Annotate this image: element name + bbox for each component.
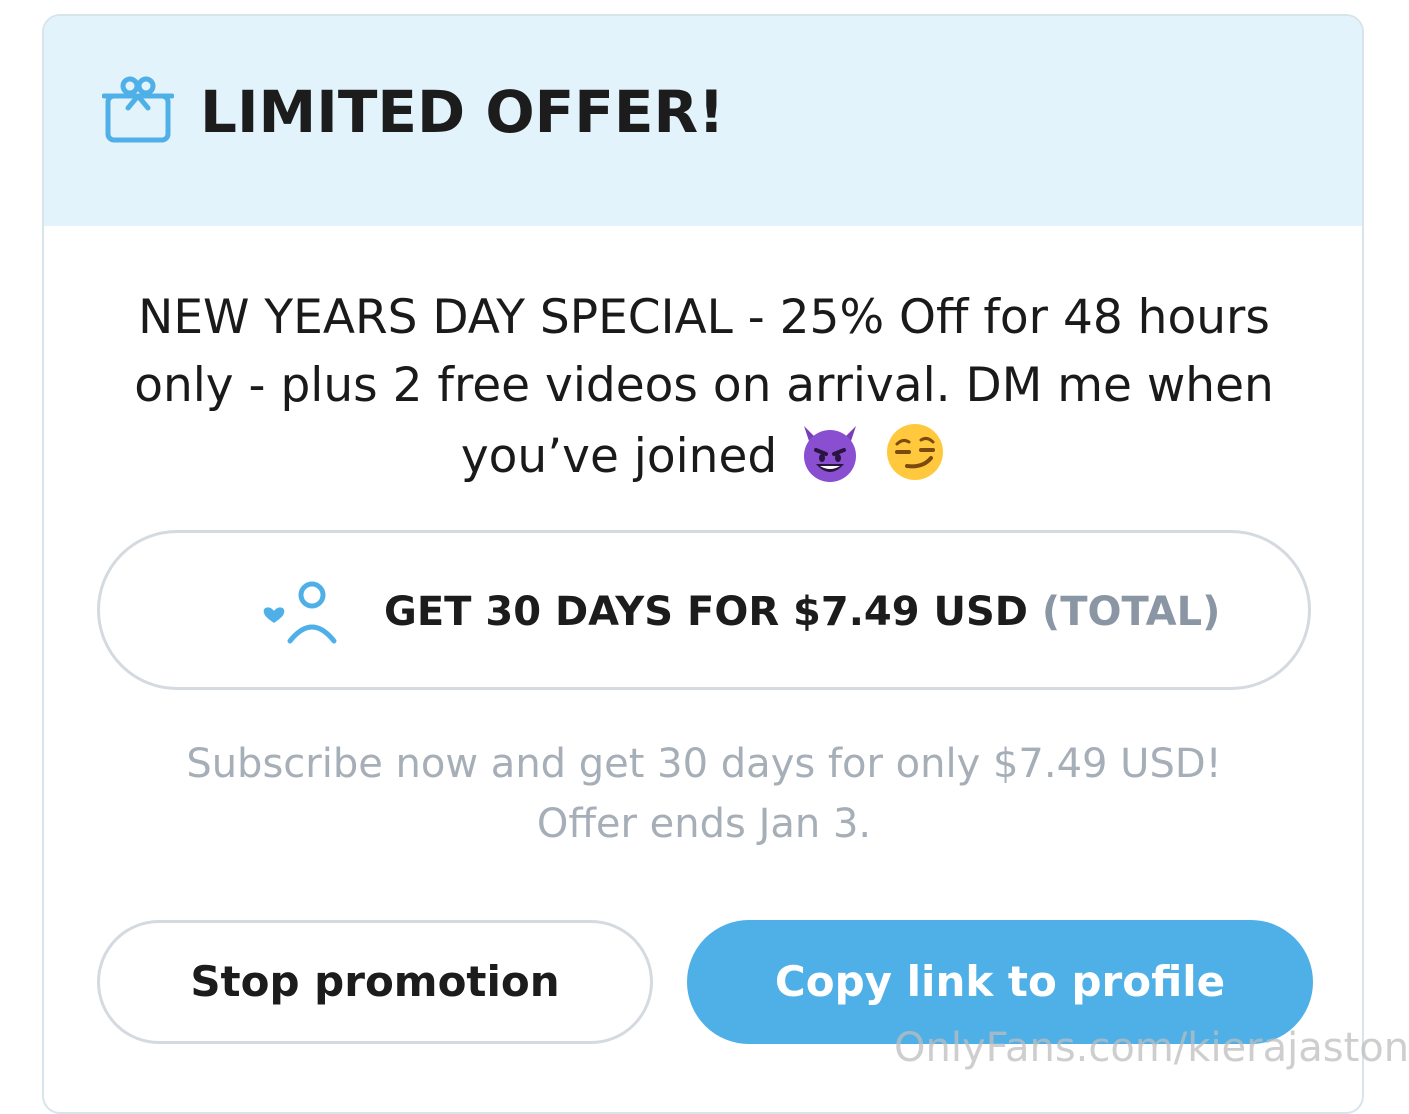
- subscribe-price-text: GET 30 DAYS FOR $7.49 USD: [384, 589, 1028, 635]
- subscribe-offer-button[interactable]: GET 30 DAYS FOR $7.49 USD (TOTAL): [97, 530, 1311, 690]
- smiling-devil-emoji: [804, 426, 857, 482]
- offer-description: NEW YEARS DAY SPECIAL - 25% Off for 48 h…: [84, 284, 1324, 491]
- subtext-line-1: Subscribe now and get 30 days for only $…: [186, 741, 1222, 787]
- offer-header: LIMITED OFFER!: [44, 16, 1362, 226]
- limited-offer-card: LIMITED OFFER! NEW YEARS DAY SPECIAL - 2…: [42, 14, 1364, 1114]
- offer-subtext: Subscribe now and get 30 days for only $…: [84, 734, 1324, 854]
- subscribe-offer-label: GET 30 DAYS FOR $7.49 USD (TOTAL): [384, 581, 1220, 643]
- watermark-text: OnlyFans.com/kierajaston: [894, 1025, 1409, 1071]
- offer-title: LIMITED OFFER!: [200, 78, 725, 146]
- gift-icon: [102, 76, 174, 143]
- smirking-face-emoji: [887, 424, 944, 480]
- description-line-3: you’ve joined: [460, 429, 778, 484]
- subtext-line-2: Offer ends Jan 3.: [536, 801, 872, 847]
- description-line-1: NEW YEARS DAY SPECIAL - 25% Off for 48 h…: [138, 290, 1270, 345]
- description-line-2: only - plus 2 free videos on arrival. DM…: [134, 358, 1274, 413]
- subscribe-total-suffix: (TOTAL): [1041, 589, 1221, 635]
- stop-promotion-button[interactable]: Stop promotion: [97, 920, 653, 1044]
- subscribe-user-heart-icon: [263, 581, 337, 644]
